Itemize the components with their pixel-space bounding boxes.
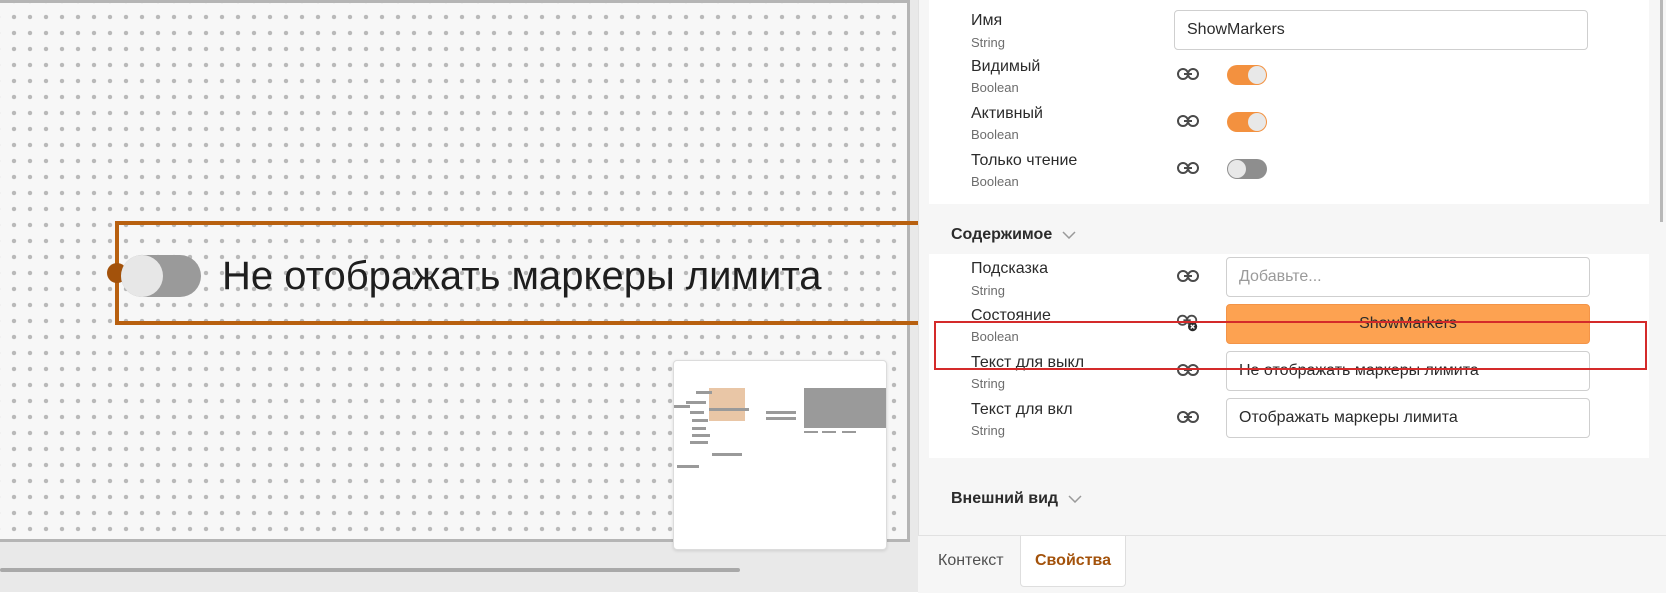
active-toggle[interactable] [1227,112,1267,132]
tab-properties[interactable]: Свойства [1020,536,1127,587]
chevron-down-icon [1062,226,1076,244]
prop-readonly-type: Boolean [971,174,1019,189]
readonly-toggle[interactable] [1227,159,1267,179]
appearance-section-header[interactable]: Внешний вид [951,490,1082,508]
link-icon[interactable] [1177,265,1199,287]
prop-active-label: Активный [971,105,1043,122]
minimap[interactable] [673,360,887,550]
link-icon[interactable] [1177,406,1199,428]
content-section-header[interactable]: Содержимое [951,226,1076,244]
minimap-viewport[interactable] [709,388,745,421]
state-row-highlight [934,321,1647,370]
prop-readonly-label: Только чтение [971,152,1078,169]
text-on-input[interactable]: Отображать маркеры лимита [1226,398,1590,438]
properties-panel: Имя String ShowMarkers Видимый Boolean А… [918,0,1666,592]
appearance-section-title: Внешний вид [951,490,1059,507]
link-icon[interactable] [1177,63,1199,85]
prop-text-off-type: String [971,376,1005,391]
prop-active-type: Boolean [971,127,1019,142]
widget-toggle-switch[interactable] [121,255,201,297]
link-icon[interactable] [1177,157,1199,179]
link-icon[interactable] [1177,110,1199,132]
hint-input[interactable]: Добавьте... [1226,257,1590,297]
prop-visible-type: Boolean [971,80,1019,95]
panel-vertical-scrollbar[interactable] [1660,0,1663,222]
name-input[interactable]: ShowMarkers [1174,10,1588,50]
toggle-knob [1248,113,1266,131]
general-properties-section: Имя String ShowMarkers Видимый Boolean А… [929,0,1649,204]
visible-toggle[interactable] [1227,65,1267,85]
prop-name-type: String [971,35,1005,50]
content-section-title: Содержимое [951,226,1053,243]
toggle-knob [1228,160,1246,178]
prop-hint-type: String [971,283,1005,298]
widget-toggle-knob [121,255,163,297]
horizontal-scrollbar[interactable] [0,568,740,572]
widget-toggle-label: Не отображать маркеры лимита [222,254,822,298]
design-canvas-area: Не отображать маркеры лимита [0,0,935,592]
prop-visible-label: Видимый [971,58,1041,75]
prop-hint-label: Подсказка [971,260,1049,277]
tab-context[interactable]: Контекст [924,536,1018,586]
prop-text-on-label: Текст для вкл [971,401,1073,418]
toggle-knob [1248,66,1266,84]
prop-text-on-type: String [971,423,1005,438]
panel-tabs: Контекст Свойства [918,535,1666,593]
prop-name-label: Имя [971,12,1003,29]
chevron-down-icon [1068,490,1082,508]
